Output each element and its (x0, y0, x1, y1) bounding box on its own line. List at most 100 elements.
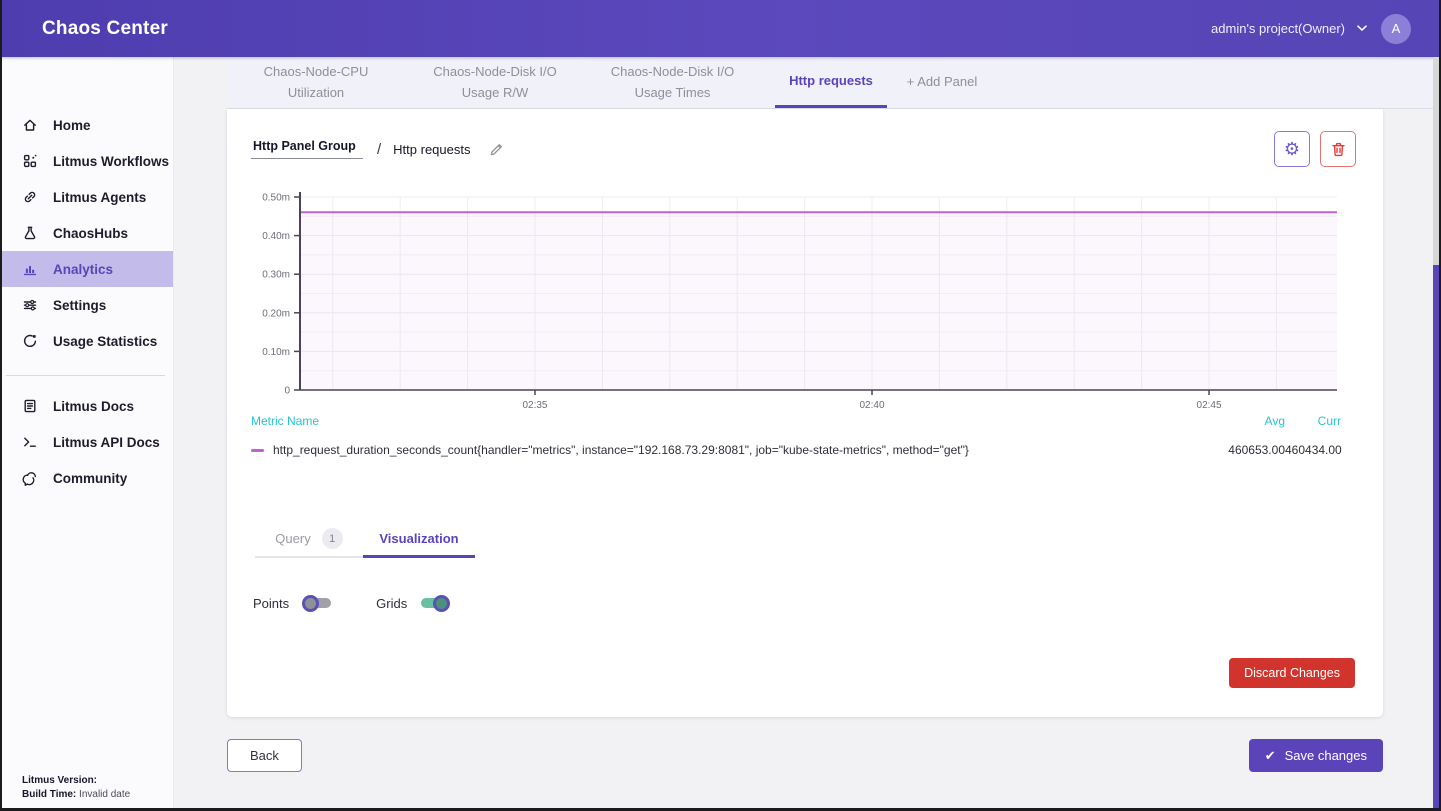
legend-row[interactable]: http_request_duration_seconds_count{hand… (251, 443, 1341, 457)
tab-chaos-node-disk-io-usage-rw[interactable]: Chaos-Node-Disk I/O Usage R/W (405, 57, 585, 108)
visualization-tab-label: Visualization (379, 531, 458, 546)
query-count-badge: 1 (322, 528, 343, 549)
panel-editor-card: / Http requests ⚙ 00.10m0.20m0.30m0.40m0… (227, 109, 1383, 717)
tab-label: Chaos-Node-CPU Utilization (235, 62, 397, 102)
top-app-bar: Chaos Center admin's project(Owner) A (0, 0, 1441, 57)
sidebar-divider (6, 375, 165, 376)
sidebar-item-analytics[interactable]: Analytics (0, 251, 173, 287)
delete-panel-button[interactable] (1320, 131, 1356, 167)
sidebar-item-litmus-agents[interactable]: Litmus Agents (0, 179, 173, 215)
settings-icon (22, 297, 38, 313)
agents-icon (22, 189, 38, 205)
tab-http-requests[interactable]: Http requests (775, 57, 887, 108)
sidebar-item-chaoshubs[interactable]: ChaosHubs (0, 215, 173, 251)
discard-changes-button[interactable]: Discard Changes (1229, 658, 1355, 688)
tab-label: Chaos-Node-Disk I/O Usage R/W (413, 62, 577, 102)
sidebar-item-label: Litmus Workflows (53, 154, 169, 169)
user-avatar[interactable]: A (1381, 14, 1411, 44)
back-button[interactable]: Back (227, 739, 302, 772)
trash-icon (1330, 141, 1347, 158)
sidebar-item-label: Home (53, 118, 91, 133)
version-info: Litmus Version: Build Time: Invalid date (22, 774, 130, 801)
svg-text:0.10m: 0.10m (262, 347, 290, 358)
build-time-label: Build Time: (22, 789, 76, 800)
visualization-toggles: Points Grids (253, 595, 450, 611)
vertical-scrollbar[interactable] (1433, 57, 1441, 811)
docs-icon (22, 398, 38, 414)
legend-avg-value: 460653.00 (1215, 443, 1285, 457)
edit-panel-name-button[interactable] (489, 142, 504, 157)
svg-text:02:35: 02:35 (522, 400, 547, 411)
avatar-initial: A (1392, 21, 1401, 36)
legend-avg-header: Avg (1215, 414, 1285, 428)
metrics-line-chart: 00.10m0.20m0.30m0.40m0.50m02:3502:4002:4… (251, 190, 1366, 412)
save-changes-button[interactable]: ✔ Save changes (1249, 739, 1383, 772)
chaoshubs-icon (22, 225, 38, 241)
home-icon (22, 117, 38, 133)
points-toggle[interactable] (302, 595, 332, 611)
sidebar-item-litmus-workflows[interactable]: Litmus Workflows (0, 143, 173, 179)
tab-label: Chaos-Node-Disk I/O Usage Times (593, 62, 752, 102)
toggle-knob (433, 595, 450, 612)
sidebar-item-litmus-api-docs[interactable]: Litmus API Docs (0, 424, 173, 460)
dashboard-panel-tabs: Chaos-Node-CPU Utilization Chaos-Node-Di… (227, 57, 1433, 109)
litmus-version-label: Litmus Version: (22, 775, 97, 786)
panel-group-name-input[interactable] (251, 139, 363, 159)
sidebar-item-community[interactable]: Community (0, 460, 173, 496)
sidebar-item-label: Analytics (53, 262, 113, 277)
legend-curr-header: Curr (1285, 414, 1341, 428)
gear-icon: ⚙ (1284, 139, 1300, 160)
save-changes-label: Save changes (1285, 748, 1367, 763)
project-selector[interactable]: admin's project(Owner) (1211, 21, 1367, 36)
svg-text:02:40: 02:40 (859, 400, 884, 411)
toggle-knob (302, 595, 319, 612)
tab-chaos-node-disk-io-usage-times[interactable]: Chaos-Node-Disk I/O Usage Times (585, 57, 760, 108)
svg-text:0: 0 (284, 386, 290, 397)
sidebar-item-label: Usage Statistics (53, 334, 157, 349)
footer-actions: Back ✔ Save changes (227, 739, 1383, 772)
panel-settings-button[interactable]: ⚙ (1274, 131, 1310, 167)
add-panel-button[interactable]: + Add Panel (887, 57, 997, 108)
tab-label: + Add Panel (907, 72, 977, 92)
scrollbar-thumb[interactable] (1433, 265, 1441, 811)
svg-text:0.30m: 0.30m (262, 270, 290, 281)
sidebar-item-label: Community (53, 471, 127, 486)
grids-toggle-group: Grids (376, 595, 450, 611)
app-title: Chaos Center (42, 18, 168, 40)
path-separator: / (377, 141, 381, 158)
sidebar-item-usage-statistics[interactable]: Usage Statistics (0, 323, 173, 359)
series-color-swatch (251, 449, 264, 452)
main-content: Chaos-Node-CPU Utilization Chaos-Node-Di… (174, 57, 1433, 811)
svg-text:02:45: 02:45 (1197, 400, 1222, 411)
tab-chaos-node-cpu-utilization[interactable]: Chaos-Node-CPU Utilization (227, 57, 405, 108)
points-toggle-label: Points (253, 596, 289, 611)
sidebar-item-settings[interactable]: Settings (0, 287, 173, 323)
grids-toggle[interactable] (420, 595, 450, 611)
legend-metric-name: http_request_duration_seconds_count{hand… (273, 443, 1215, 457)
svg-text:0.20m: 0.20m (262, 308, 290, 319)
chevron-down-icon (1357, 25, 1367, 32)
usage-statistics-icon (22, 333, 38, 349)
sidebar-item-home[interactable]: Home (0, 107, 173, 143)
grids-toggle-label: Grids (376, 596, 407, 611)
analytics-icon (22, 261, 38, 277)
points-toggle-group: Points (253, 595, 332, 611)
check-icon: ✔ (1265, 748, 1276, 764)
sidebar-item-label: Litmus Agents (53, 190, 146, 205)
tab-label: Http requests (789, 71, 873, 91)
api-docs-icon (22, 434, 38, 450)
panel-editor-header: / Http requests ⚙ (251, 131, 1356, 167)
query-tab-label: Query (275, 531, 310, 546)
project-selector-label: admin's project(Owner) (1211, 21, 1345, 36)
sidebar-item-label: Litmus Docs (53, 399, 134, 414)
chart-legend: Metric Name Avg Curr http_request_durati… (251, 414, 1341, 457)
sidebar-item-label: Settings (53, 298, 106, 313)
workflows-icon (22, 153, 38, 169)
sidebar-item-litmus-docs[interactable]: Litmus Docs (0, 388, 173, 424)
tab-query[interactable]: Query 1 (255, 521, 363, 558)
panel-name: Http requests (393, 142, 470, 157)
legend-metric-header: Metric Name (251, 414, 319, 428)
tab-visualization[interactable]: Visualization (363, 521, 475, 558)
build-time-value: Invalid date (76, 789, 130, 800)
editor-sub-tabs: Query 1 Visualization (255, 521, 475, 558)
